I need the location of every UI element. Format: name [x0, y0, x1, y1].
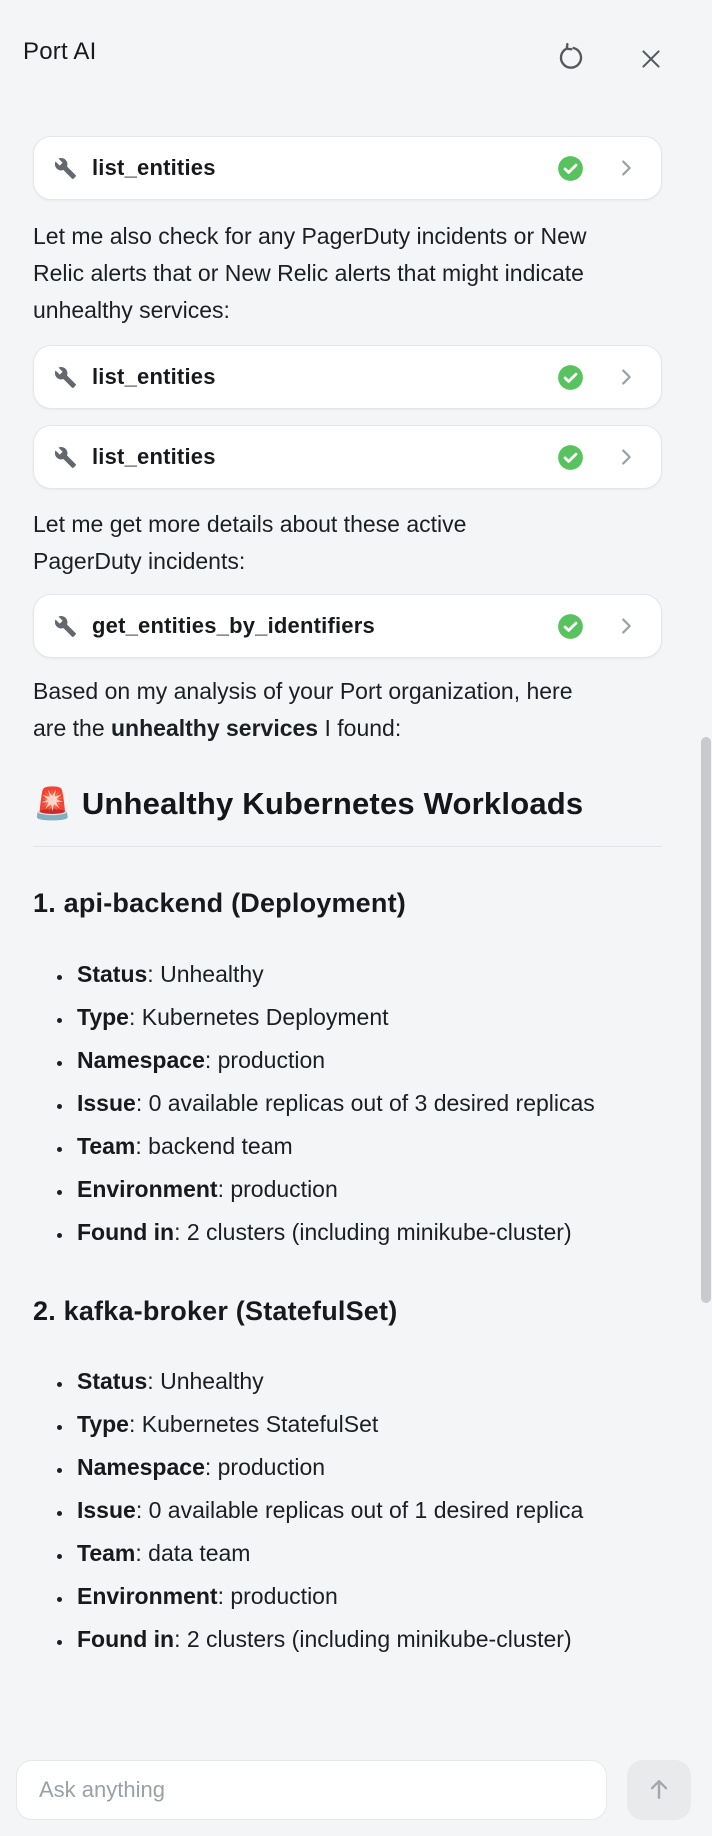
message-text: I found:	[318, 715, 401, 741]
tool-name-label: list_entities	[92, 444, 557, 470]
chevron-right-icon[interactable]	[615, 157, 637, 179]
list-item: Found in: 2 clusters (including minikube…	[74, 1621, 634, 1658]
list-item: Environment: production	[74, 1578, 634, 1615]
ask-anything-input[interactable]	[16, 1760, 607, 1820]
list-item: Namespace: production	[74, 1449, 634, 1486]
tool-call-chip[interactable]: list_entities	[33, 136, 662, 200]
divider	[33, 846, 662, 847]
wrench-icon	[54, 366, 77, 389]
wrench-icon	[54, 446, 77, 469]
composer-bar	[16, 1760, 696, 1820]
message-bold-text: unhealthy services	[111, 715, 318, 741]
list-item: Type: Kubernetes Deployment	[74, 999, 634, 1036]
list-item: Type: Kubernetes StatefulSet	[74, 1406, 634, 1443]
assistant-message: Based on my analysis of your Port organi…	[33, 673, 585, 747]
tool-name-label: get_entities_by_identifiers	[92, 613, 557, 639]
send-button[interactable]	[627, 1760, 691, 1820]
list-item: Found in: 2 clusters (including minikube…	[74, 1214, 634, 1251]
report-title-text: Unhealthy Kubernetes Workloads	[82, 786, 584, 821]
section-heading: 1. api-backend (Deployment)	[33, 883, 662, 923]
check-circle-icon	[557, 364, 584, 391]
chevron-right-icon[interactable]	[615, 366, 637, 388]
check-circle-icon	[557, 613, 584, 640]
tool-call-chip[interactable]: list_entities	[33, 345, 662, 409]
service-detail-list: Status: Unhealthy Type: Kubernetes Deplo…	[33, 956, 662, 1251]
check-circle-icon	[557, 444, 584, 471]
report-title: 🚨 Unhealthy Kubernetes Workloads	[33, 781, 613, 827]
tool-call-chip[interactable]: get_entities_by_identifiers	[33, 594, 662, 658]
list-item: Issue: 0 available replicas out of 3 des…	[74, 1085, 634, 1122]
list-item: Status: Unhealthy	[74, 1363, 634, 1400]
service-detail-list: Status: Unhealthy Type: Kubernetes State…	[33, 1363, 662, 1658]
assistant-message: Let me get more details about these acti…	[33, 506, 513, 580]
tool-name-label: list_entities	[92, 155, 557, 181]
list-item: Status: Unhealthy	[74, 956, 634, 993]
chat-content: list_entities Let me also check for any …	[0, 0, 712, 1664]
chevron-right-icon[interactable]	[615, 615, 637, 637]
list-item: Environment: production	[74, 1171, 634, 1208]
list-item: Namespace: production	[74, 1042, 634, 1079]
wrench-icon	[54, 615, 77, 638]
tool-name-label: list_entities	[92, 364, 557, 390]
wrench-icon	[54, 157, 77, 180]
list-item: Team: data team	[74, 1535, 634, 1572]
check-circle-icon	[557, 155, 584, 182]
list-item: Issue: 0 available replicas out of 1 des…	[74, 1492, 634, 1529]
scrollbar-thumb[interactable]	[701, 737, 711, 1303]
tool-call-chip[interactable]: list_entities	[33, 425, 662, 489]
arrow-up-icon	[645, 1775, 673, 1806]
chevron-right-icon[interactable]	[615, 446, 637, 468]
siren-emoji: 🚨	[33, 786, 72, 821]
list-item: Team: backend team	[74, 1128, 634, 1165]
section-heading: 2. kafka-broker (StatefulSet)	[33, 1291, 662, 1331]
assistant-message: Let me also check for any PagerDuty inci…	[33, 218, 598, 329]
